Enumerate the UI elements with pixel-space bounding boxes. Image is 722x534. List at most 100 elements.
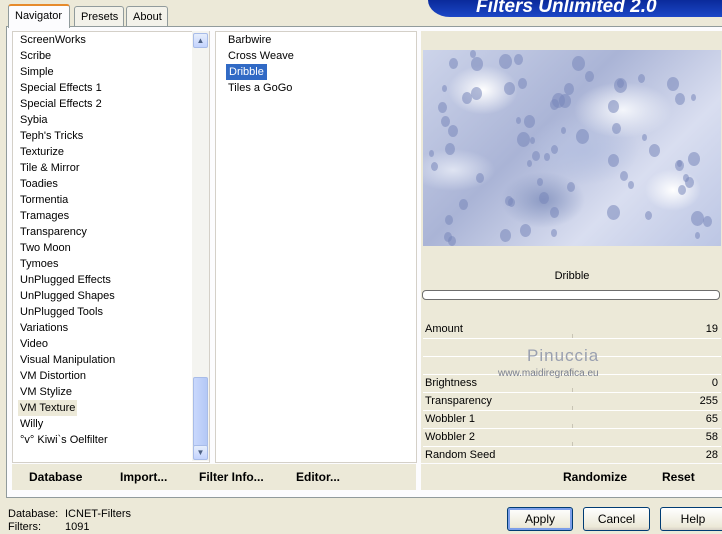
texture-dot [441,116,450,127]
texture-dot [429,150,434,157]
category-item[interactable]: °v° Kiwi`s Oelfilter [20,432,108,448]
slider-track [423,338,721,339]
texture-dot [649,144,660,157]
param-label: Wobbler 1 [425,413,475,425]
texture-dot [691,211,704,226]
tab-about[interactable]: About [126,6,168,26]
category-item[interactable]: UnPlugged Shapes [20,288,115,304]
category-item[interactable]: ScreenWorks [20,32,86,48]
category-item[interactable]: Tymoes [20,256,59,272]
texture-dot [688,152,700,166]
texture-dot [576,129,589,144]
import-button[interactable]: Import... [120,470,167,486]
texture-dot [551,145,558,154]
param-value: 255 [699,395,718,407]
texture-dot [476,173,484,183]
category-item[interactable]: Tile & Mirror [20,160,79,176]
database-button[interactable]: Database [29,470,82,486]
category-item[interactable]: Transparency [20,224,87,240]
texture-dot [585,71,594,82]
category-item[interactable]: UnPlugged Tools [20,304,103,320]
reset-button[interactable]: Reset [662,470,695,486]
category-item[interactable]: UnPlugged Effects [20,272,111,288]
texture-dot [628,181,634,189]
texture-dot [431,162,438,171]
texture-dot [685,177,694,188]
category-item[interactable]: Video [20,336,48,352]
category-item[interactable]: Scribe [20,48,51,64]
category-item[interactable]: Tramages [20,208,69,224]
category-item[interactable]: Simple [20,64,54,80]
texture-dot [614,78,627,93]
preview-image [423,50,721,246]
texture-dot [645,211,652,220]
filter-item[interactable]: Cross Weave [228,48,294,64]
texture-dot [550,207,559,218]
slider-tick [572,406,573,410]
category-item[interactable]: Special Effects 1 [20,80,102,96]
texture-dot [532,151,540,161]
category-item[interactable]: Texturize [20,144,64,160]
texture-dot [499,54,512,69]
category-item[interactable]: Sybia [20,112,48,128]
param-value: 0 [711,377,718,389]
texture-dot [559,94,571,108]
slider-tick [572,442,573,446]
help-button[interactable]: Help [660,507,722,531]
category-item[interactable]: Two Moon [20,240,71,256]
texture-dot [695,232,700,239]
scroll-up-button[interactable]: ▲ [193,33,208,48]
filter-item[interactable]: Barbwire [228,32,271,48]
texture-dot [612,123,621,134]
texture-dot [675,93,685,105]
category-scrollbar[interactable]: ▲ ▼ [192,31,209,461]
tab-navigator[interactable]: Navigator [8,4,70,28]
category-item[interactable]: VM Stylize [20,384,72,400]
category-item[interactable]: Willy [20,416,43,432]
filter-info-button[interactable]: Filter Info... [199,470,264,486]
param-value: 19 [705,323,718,335]
texture-dot [675,160,684,171]
editor-button[interactable]: Editor... [296,470,340,486]
texture-dot [572,56,585,71]
texture-dot [544,153,550,161]
texture-dot [608,154,619,167]
category-item[interactable]: VM Distortion [20,368,86,384]
slider-tick [572,334,573,338]
category-item[interactable]: Tormentia [20,192,68,208]
texture-dot [508,198,515,207]
texture-dot [444,232,452,242]
slider-tick [572,424,573,428]
texture-dot [642,134,647,141]
texture-dot [537,178,543,186]
category-item[interactable]: Toadies [20,176,58,192]
scroll-down-button[interactable]: ▼ [193,445,208,460]
category-item[interactable]: Special Effects 2 [20,96,102,112]
tab-presets[interactable]: Presets [74,6,124,26]
texture-dot [471,87,482,100]
texture-dot [520,224,531,237]
texture-dot [620,171,628,181]
filter-title: Dribble [554,270,590,282]
slider-track [423,410,721,411]
slider-track [423,428,721,429]
category-item[interactable]: Teph's Tricks [20,128,83,144]
category-item[interactable]: Visual Manipulation [20,352,115,368]
cancel-button[interactable]: Cancel [583,507,650,531]
param-value: 58 [705,431,718,443]
param-label: Transparency [425,395,492,407]
slider-track [423,392,721,393]
scroll-thumb[interactable] [193,377,208,447]
texture-dot [539,192,549,204]
param-row[interactable]: Random Seed 28 [423,446,721,464]
config-toolbar: Randomize Reset [421,464,722,490]
randomize-button[interactable]: Randomize [563,470,627,486]
apply-button[interactable]: Apply [507,507,573,531]
filter-item[interactable]: Tiles a GoGo [228,80,292,96]
texture-dot [504,82,515,95]
texture-dot [449,58,458,69]
category-item[interactable]: VM Texture [18,400,78,416]
category-item[interactable]: Variations [20,320,68,336]
texture-dot [691,94,696,101]
filter-item[interactable]: Dribble [226,64,267,80]
